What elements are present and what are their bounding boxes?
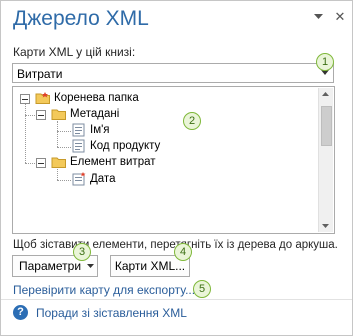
xml-mapping-tips-label: Поради зі зіставлення XML (36, 305, 187, 320)
element-field-icon (72, 123, 85, 137)
tree-node-product-code[interactable]: Код продукту (71, 139, 160, 153)
tree-node-metadata[interactable]: Метадані (51, 107, 119, 121)
tree-expander-expense-item[interactable] (36, 158, 46, 168)
xml-mapping-tips-link[interactable]: ? Поради зі зіставлення XML (13, 305, 187, 320)
help-icon: ? (13, 305, 28, 320)
tree-node-label: Дата (90, 173, 116, 185)
tree-connector (57, 169, 58, 180)
folder-open-icon (35, 92, 50, 104)
close-icon: ✕ (334, 9, 346, 24)
required-element-icon (72, 172, 86, 186)
callout-badge-2: 2 (183, 112, 201, 130)
tree-node-label: Метадані (70, 108, 120, 120)
xml-element-tree[interactable]: Коренева папка Метадані Ім'я Код продукт… (12, 86, 335, 234)
tree-node-date[interactable]: Дата (71, 172, 115, 186)
tree-node-expense-item[interactable]: Елемент витрат (51, 155, 156, 169)
tree-node-label: Коренева папка (54, 92, 139, 104)
tree-node-label: Елемент витрат (70, 156, 156, 168)
scrollbar-thumb[interactable] (321, 106, 332, 146)
callout-badge-4: 4 (174, 243, 192, 261)
scroll-up-icon[interactable] (322, 92, 329, 96)
xml-map-select[interactable]: Витрати (12, 63, 334, 83)
pane-header-controls: ✕ (312, 9, 346, 24)
element-field-icon (72, 139, 85, 153)
xml-source-pane: Джерело XML ✕ Карти XML у цій книзі: Вит… (0, 0, 353, 336)
tree-expander-metadata[interactable] (36, 110, 46, 120)
tree-node-name[interactable]: Ім'я (71, 123, 110, 137)
tree-vertical-scrollbar[interactable] (318, 88, 333, 232)
tree-connector (57, 121, 58, 147)
chevron-down-icon (87, 264, 95, 268)
footer-divider (1, 299, 352, 300)
tree-connector (57, 180, 71, 181)
callout-badge-1: 1 (316, 53, 334, 71)
tree-node-label: Ім'я (90, 124, 110, 136)
xml-map-selected-value: Витрати (17, 67, 63, 81)
tree-connector (57, 131, 71, 132)
chevron-down-icon (313, 14, 323, 19)
scroll-down-icon[interactable] (322, 224, 329, 228)
options-button-label: Параметри (19, 259, 82, 273)
verify-map-for-export-link[interactable]: Перевірити карту для експорту... (13, 283, 195, 297)
folder-open-icon (51, 109, 66, 120)
tree-node-label: Код продукту (90, 140, 161, 152)
folder-open-icon (51, 157, 66, 168)
close-button[interactable]: ✕ (334, 9, 346, 24)
pane-title: Джерело XML (13, 7, 149, 30)
xml-maps-label: Карти XML у цій книзі: (13, 45, 136, 59)
tree-connector (25, 101, 26, 163)
tree-node-root[interactable]: Коренева папка (35, 91, 139, 105)
tree-expander-root[interactable] (20, 94, 30, 104)
tree-connector (57, 147, 71, 148)
callout-badge-5: 5 (193, 280, 211, 298)
pane-options-button[interactable] (312, 11, 324, 23)
xml-maps-button-label: Карти XML... (114, 259, 186, 273)
callout-badge-3: 3 (73, 243, 91, 261)
